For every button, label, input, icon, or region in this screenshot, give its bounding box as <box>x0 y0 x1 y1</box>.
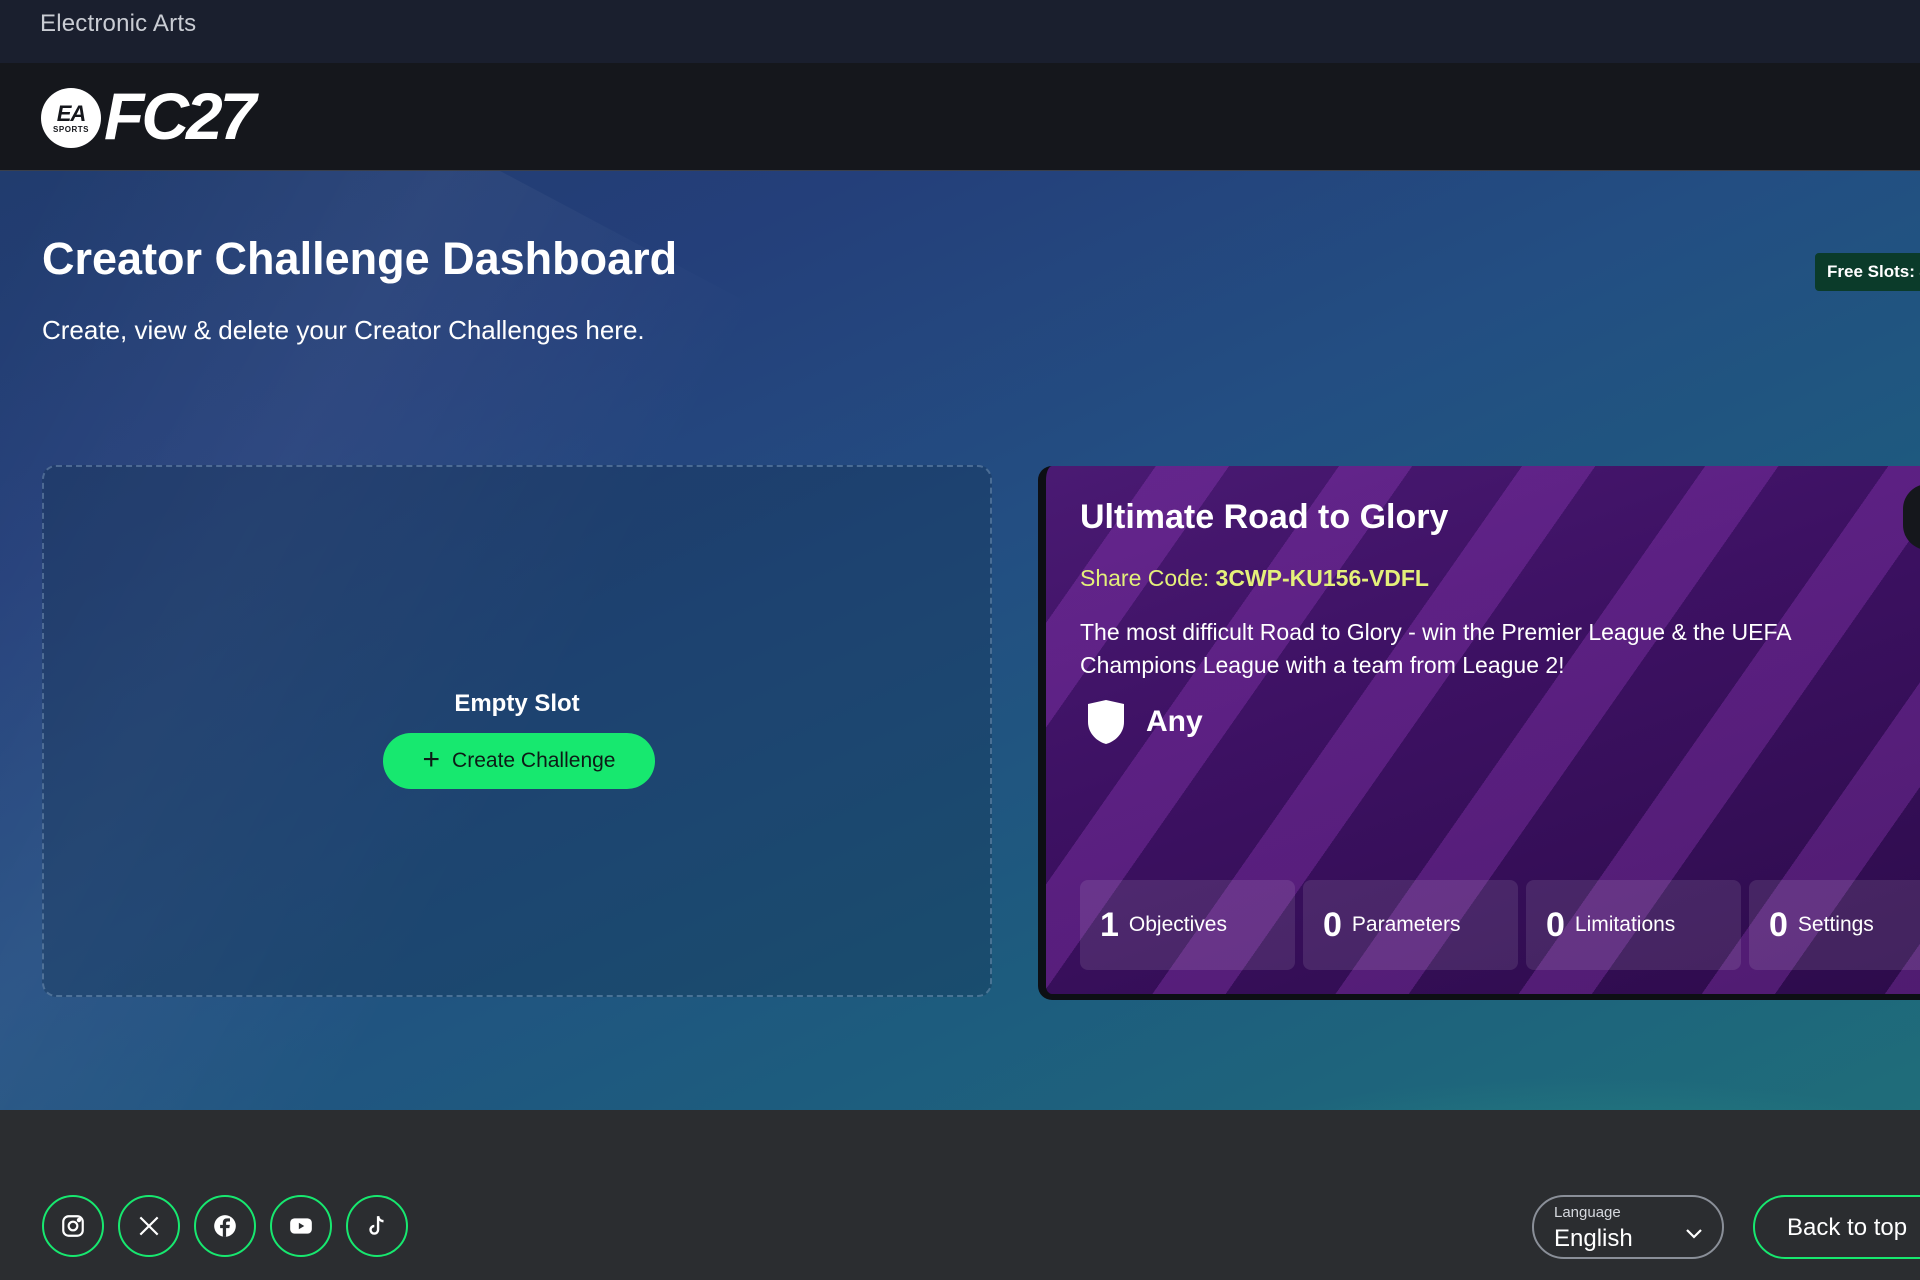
challenge-description: The most difficult Road to Glory - win t… <box>1080 619 1791 678</box>
stat-label: Settings <box>1797 913 1874 936</box>
fc27-logo[interactable]: FC27 <box>104 80 256 152</box>
language-label: Language <box>1554 1204 1621 1221</box>
dashboard-hero: Creator Challenge Dashboard Create, view… <box>0 171 1920 1110</box>
create-challenge-label: Create Challenge <box>452 749 616 772</box>
stat-count: 1 <box>1100 905 1119 944</box>
free-slots-badge: Free Slots: 4 <box>1815 253 1920 291</box>
x-button[interactable] <box>118 1195 180 1257</box>
share-code: Share Code: 3CWP-KU156-VDFL <box>1080 565 1429 592</box>
language-select[interactable]: Language English <box>1532 1195 1724 1259</box>
empty-slot-label: Empty Slot <box>454 690 580 717</box>
social-links <box>42 1195 408 1257</box>
publisher-link[interactable]: Electronic Arts <box>40 10 196 38</box>
chevron-down-icon <box>1686 1229 1702 1239</box>
sports-logo-text: SPORTS <box>53 124 89 134</box>
club-restriction: Any <box>1084 698 1203 746</box>
challenge-title: Ultimate Road to Glory <box>1080 498 1449 536</box>
instagram-icon <box>62 1215 84 1237</box>
stat-label: Objectives <box>1128 913 1227 936</box>
brand-bar <box>0 63 1920 171</box>
stat-count: 0 <box>1769 905 1788 944</box>
challenge-stats: 1 Objectives 0 Parameters 0 Limitations … <box>1080 880 1920 970</box>
tiktok-button[interactable] <box>346 1195 408 1257</box>
page-title: Creator Challenge Dashboard <box>42 233 678 284</box>
youtube-button[interactable] <box>270 1195 332 1257</box>
stat-label: Limitations <box>1574 913 1676 936</box>
stat-count: 0 <box>1323 905 1342 944</box>
club-label: Any <box>1146 705 1203 738</box>
youtube-icon <box>290 1218 312 1234</box>
page-subtitle: Create, view & delete your Creator Chall… <box>42 315 645 345</box>
plus-icon: + <box>422 742 441 776</box>
facebook-icon <box>214 1215 236 1237</box>
empty-slot-card: Empty Slot + Create Challenge <box>42 465 992 997</box>
ea-logo-text: EA <box>56 100 87 126</box>
footer: Language English Back to top <box>0 1110 1920 1280</box>
stat-label: Parameters <box>1351 913 1461 936</box>
stat-parameters[interactable]: 0 Parameters <box>1303 880 1518 970</box>
stat-settings[interactable]: 0 Settings <box>1749 880 1920 970</box>
stat-objectives[interactable]: 1 Objectives <box>1080 880 1295 970</box>
ea-sports-logo[interactable]: EA SPORTS <box>41 88 101 148</box>
x-icon <box>139 1216 159 1236</box>
back-to-top-button[interactable]: Back to top <box>1753 1195 1920 1259</box>
challenge-card[interactable]: Ultimate Road to Glory Share Code: 3CWP-… <box>1038 466 1920 1000</box>
instagram-button[interactable] <box>42 1195 104 1257</box>
stat-count: 0 <box>1546 905 1565 944</box>
facebook-button[interactable] <box>194 1195 256 1257</box>
stat-limitations[interactable]: 0 Limitations <box>1526 880 1741 970</box>
shield-icon <box>1088 700 1124 744</box>
share-code-value[interactable]: 3CWP-KU156-VDFL <box>1216 565 1429 591</box>
top-bar: Electronic Arts <box>0 0 1920 63</box>
language-value: English <box>1554 1225 1633 1252</box>
share-code-label: Share Code: <box>1080 565 1210 591</box>
create-challenge-button[interactable]: + Create Challenge <box>383 733 655 789</box>
tiktok-icon <box>369 1215 384 1235</box>
